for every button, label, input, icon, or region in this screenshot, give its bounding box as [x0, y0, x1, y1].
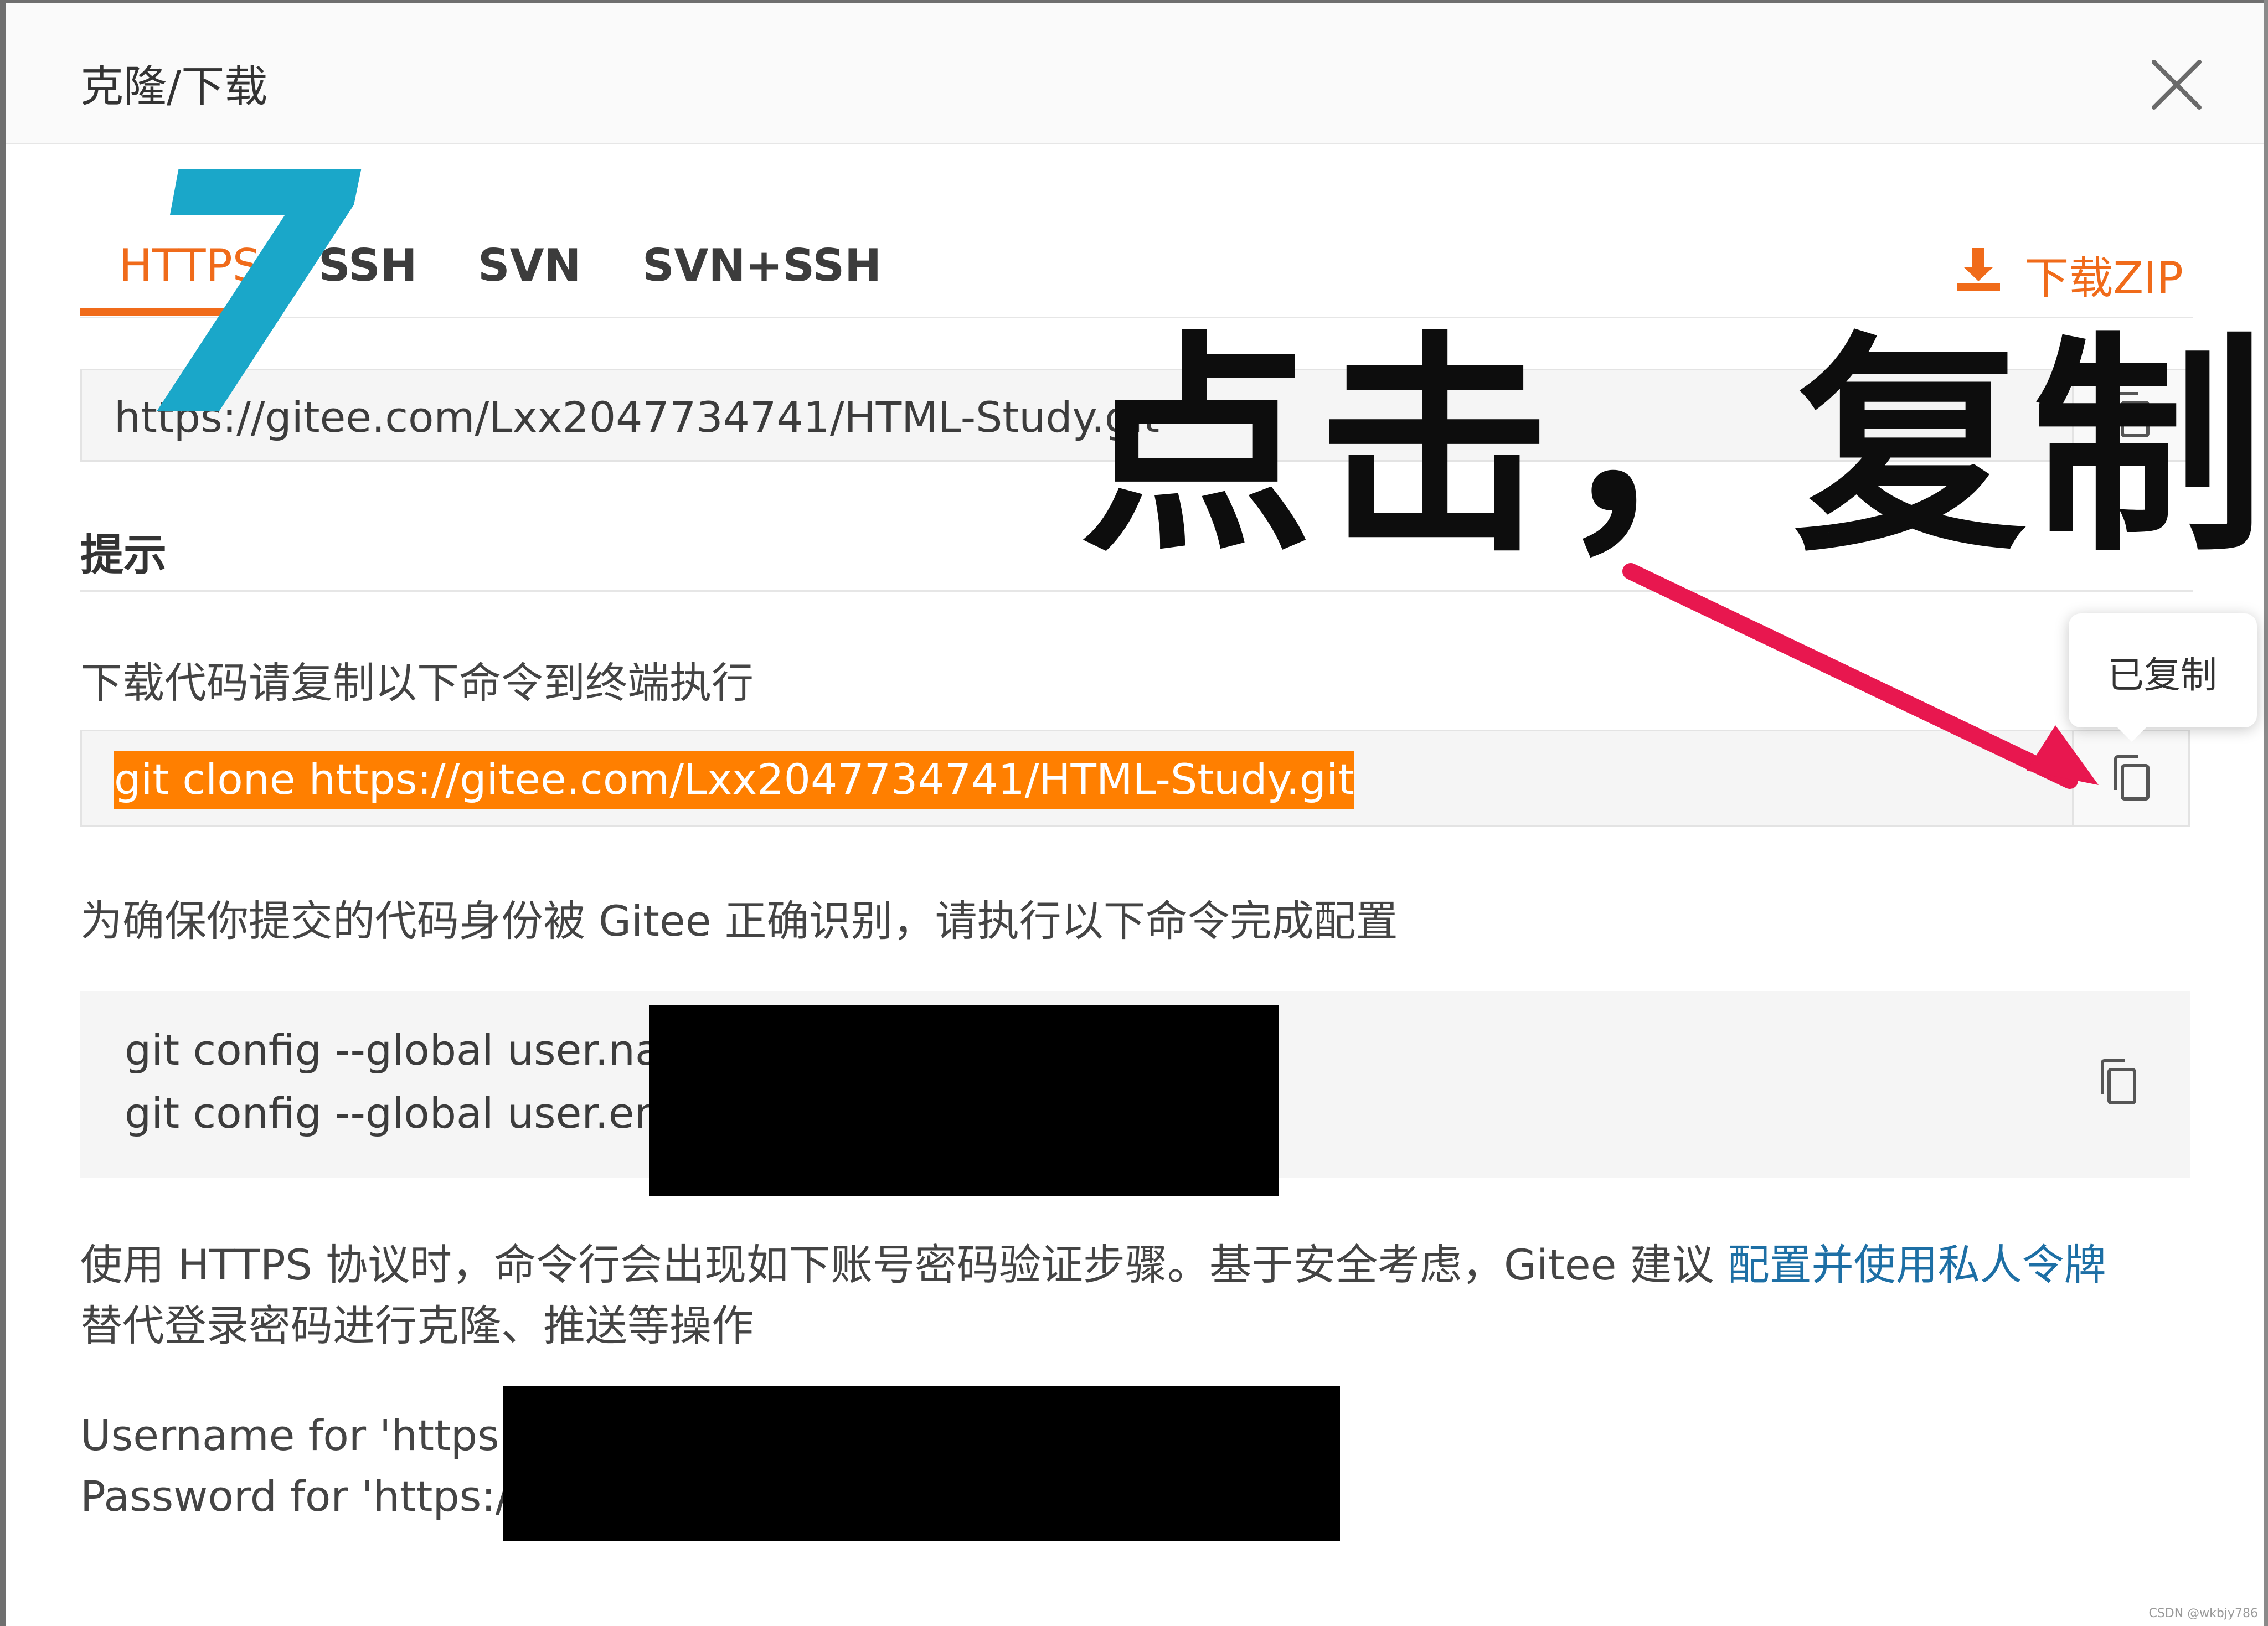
- watermark: CSDN @wkbjy786: [2148, 1607, 2258, 1620]
- red-arrow-annotation: [1622, 563, 2099, 789]
